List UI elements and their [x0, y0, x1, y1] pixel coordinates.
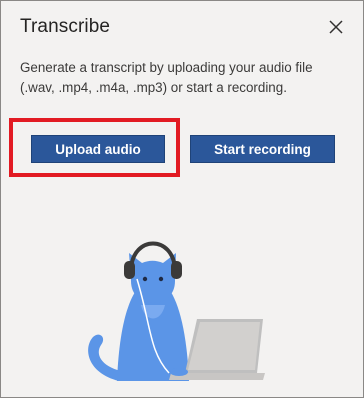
transcribe-pane: Transcribe Generate a transcript by uplo…: [0, 0, 364, 398]
upload-audio-button[interactable]: Upload audio: [31, 135, 165, 163]
pane-title: Transcribe: [20, 16, 111, 37]
pane-description: Generate a transcript by uploading your …: [20, 60, 313, 95]
close-button[interactable]: [323, 14, 349, 40]
start-recording-button[interactable]: Start recording: [190, 135, 335, 163]
close-icon: [329, 20, 343, 34]
cat-headphones-illustration: [88, 241, 265, 381]
